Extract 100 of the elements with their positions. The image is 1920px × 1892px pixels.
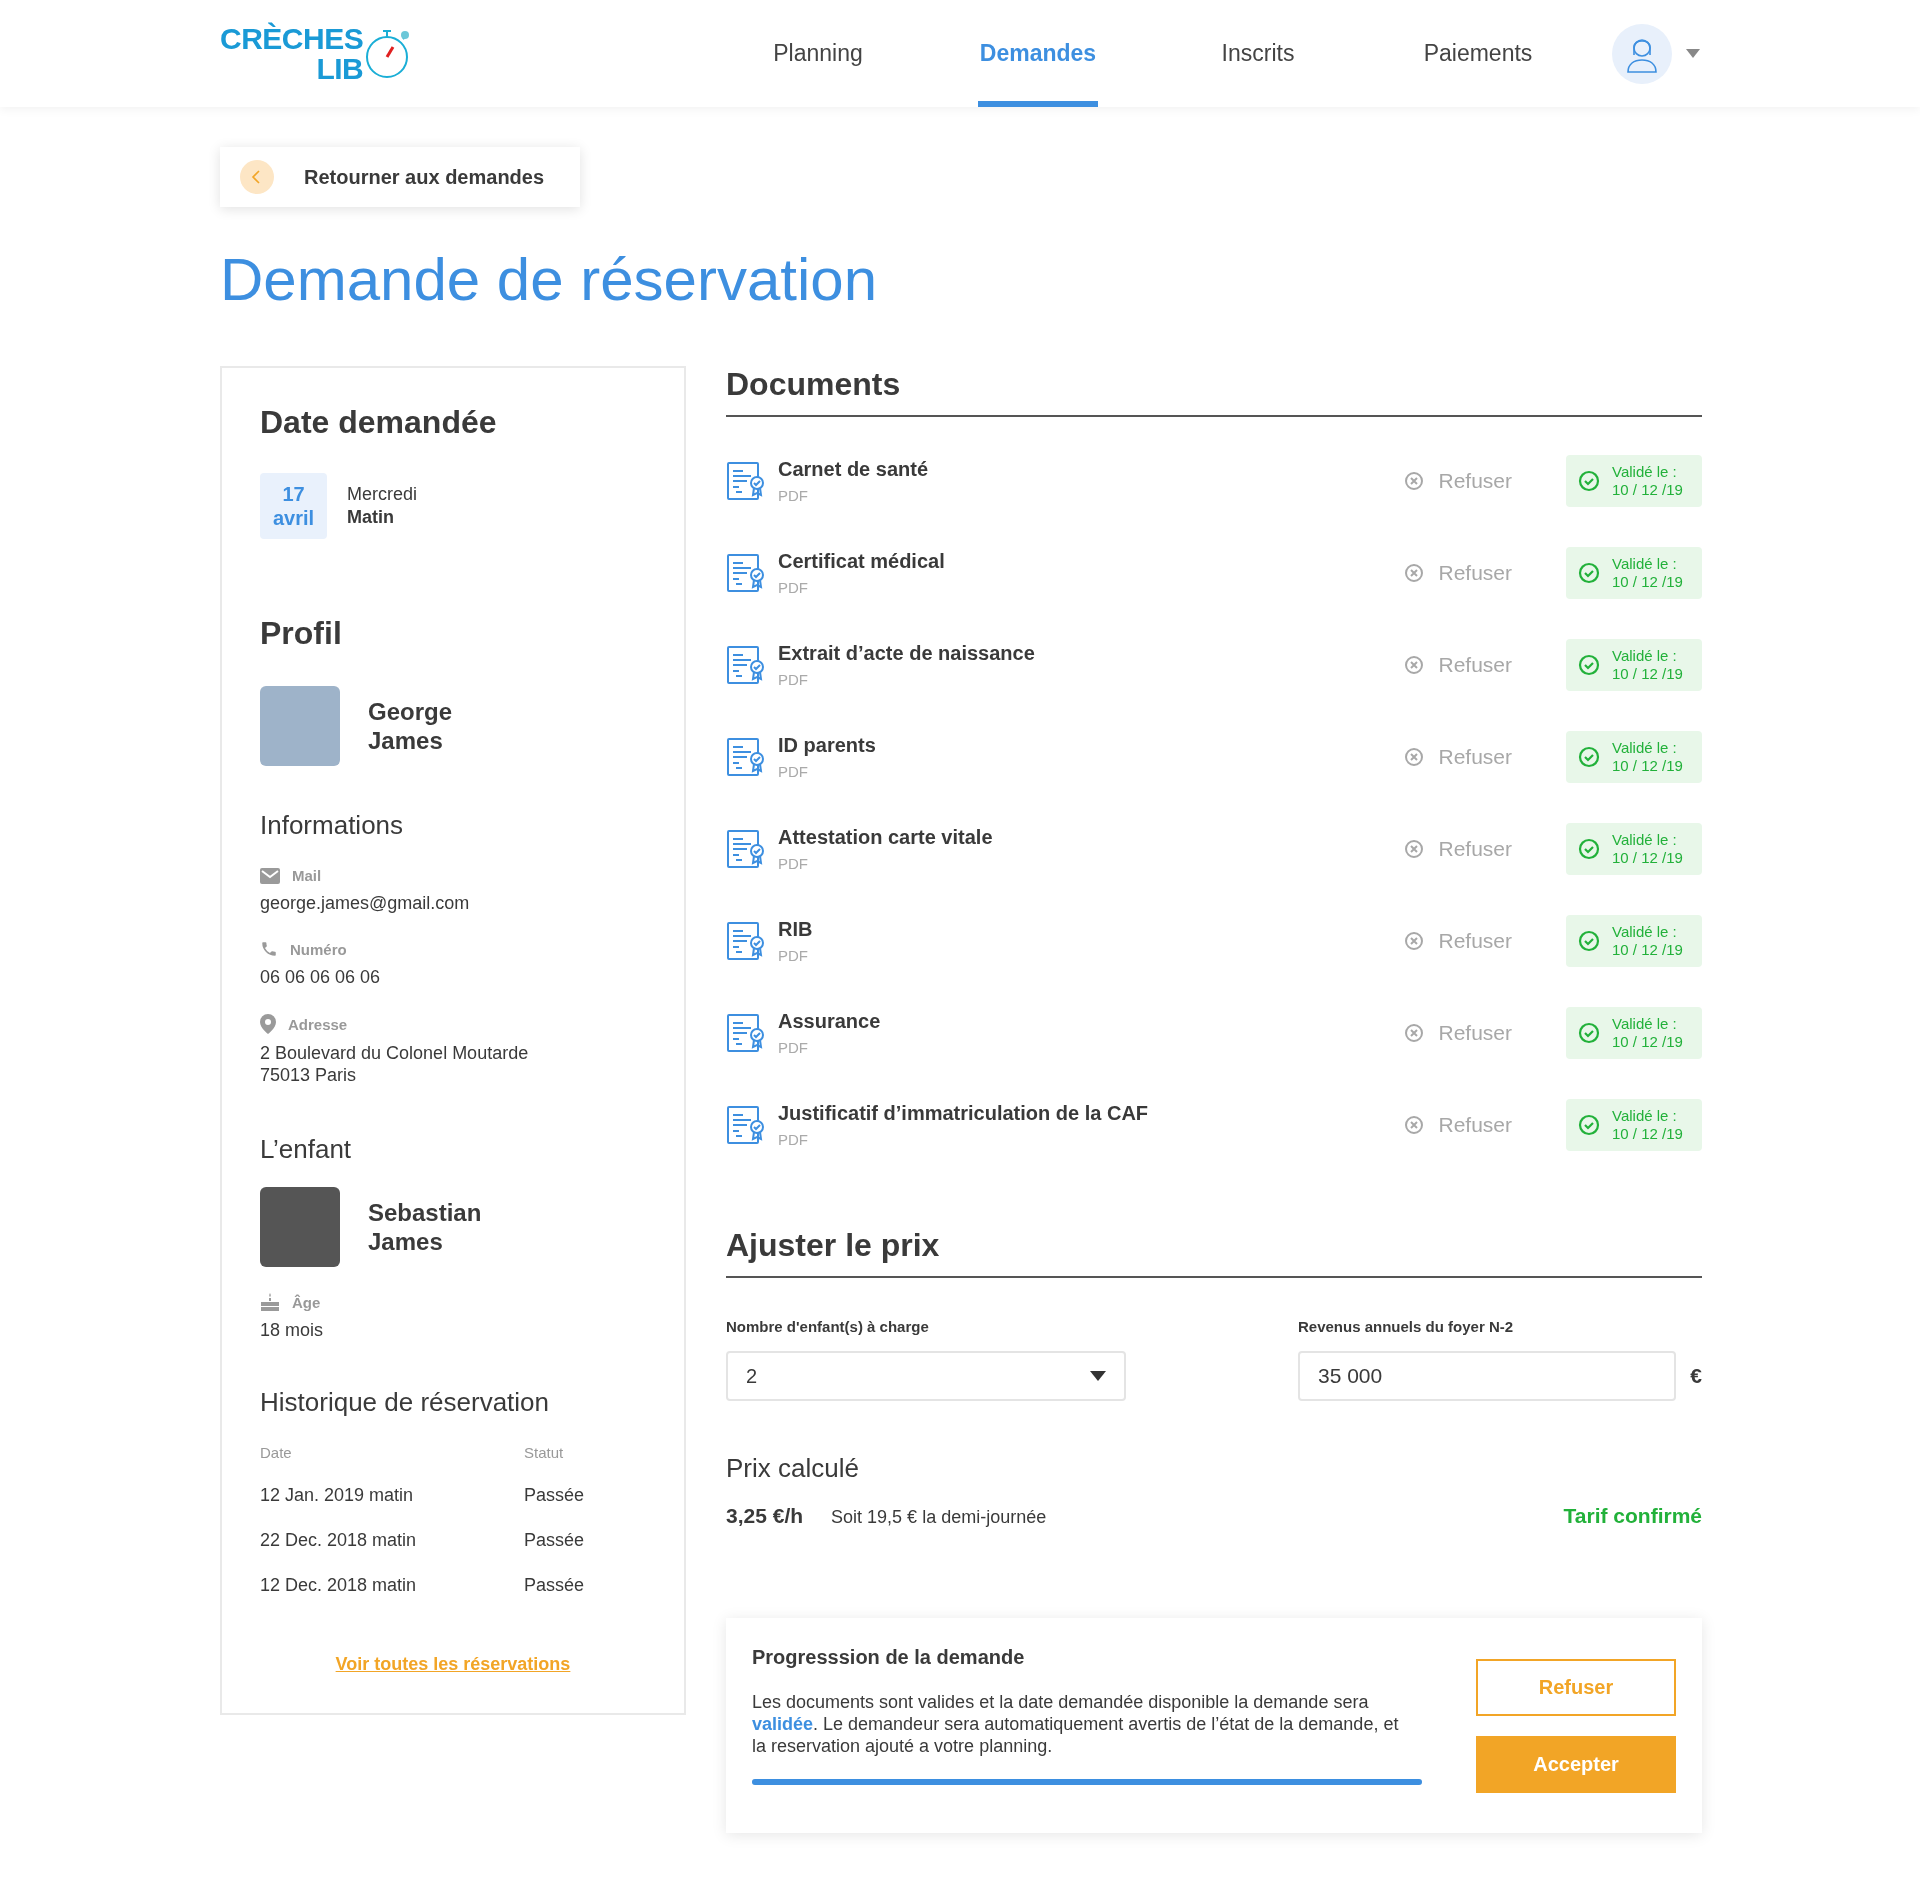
check-circle-icon xyxy=(1578,1114,1600,1136)
info-value: 06 06 06 06 06 xyxy=(260,966,382,988)
caret-icon[interactable] xyxy=(1090,1370,1106,1382)
validated-badge: Validé le : 10 / 12 /19 xyxy=(1566,1099,1702,1151)
page-title: Demande de réservation xyxy=(220,245,879,314)
person-name: George James xyxy=(368,697,453,755)
table-cell-text: Passée xyxy=(524,1575,586,1596)
close-circle-icon[interactable] xyxy=(1404,655,1425,675)
logo-text: CRÈCHES LIB xyxy=(220,23,364,84)
phone-icon xyxy=(260,940,278,958)
certificate-document-icon xyxy=(726,459,766,503)
subsection-heading: L’enfant xyxy=(260,1134,353,1165)
validated-badge: Validé le : 10 / 12 /19 xyxy=(1566,823,1702,875)
document-type: PDF xyxy=(778,1131,809,1148)
column-header: Date xyxy=(260,1444,293,1461)
validated-badge: Validé le : 10 / 12 /19 xyxy=(1566,639,1702,691)
document-type: PDF xyxy=(778,763,809,780)
table-cell-text: 12 Dec. 2018 matin xyxy=(260,1575,418,1596)
refuse-button[interactable]: Refuser xyxy=(1476,1659,1676,1716)
document-name: Certificat médical xyxy=(778,550,945,573)
close-circle-icon[interactable] xyxy=(1404,839,1425,859)
info-label: Numéro xyxy=(290,940,347,958)
table-cell-text: Passée xyxy=(524,1530,586,1551)
subsection-heading: Historique de réservation xyxy=(260,1387,551,1418)
validated-badge: Validé le : 10 / 12 /19 xyxy=(1566,1007,1702,1059)
half-day-price: Soit 19,5 € la demi-journée xyxy=(831,1507,1047,1528)
table-cell-text: 22 Dec. 2018 matin xyxy=(260,1530,418,1551)
close-circle-icon[interactable] xyxy=(1404,931,1425,951)
certificate-document-icon xyxy=(726,1011,766,1055)
certificate-document-icon xyxy=(726,643,766,687)
info-label: Âge xyxy=(292,1293,321,1311)
document-name: Carnet de santé xyxy=(778,458,929,481)
weekday-text: Mercredi xyxy=(347,484,417,505)
document-name: RIB xyxy=(778,918,813,941)
validated-badge: Validé le : 10 / 12 /19 xyxy=(1566,915,1702,967)
check-circle-icon xyxy=(1578,930,1600,952)
document-name: Justificatif d’immatriculation de la CAF xyxy=(778,1102,1149,1125)
info-label: Mail xyxy=(292,867,322,884)
birthday-cake-icon xyxy=(260,1293,280,1311)
see-all-link[interactable]: Voir toutes les réservations xyxy=(335,1654,571,1675)
document-name: Assurance xyxy=(778,1010,881,1033)
document-type: PDF xyxy=(778,947,809,964)
check-circle-icon xyxy=(1578,470,1600,492)
income-input-field[interactable]: 35 000 xyxy=(1298,1351,1677,1401)
close-circle-icon[interactable] xyxy=(1404,1023,1425,1043)
check-circle-icon xyxy=(1578,562,1600,584)
field-label: Nombre d'enfant(s) à charge xyxy=(726,1318,930,1335)
document-name: ID parents xyxy=(778,734,876,757)
person-name: Sebastian James xyxy=(368,1198,482,1256)
check-circle-icon xyxy=(1578,746,1600,768)
nav-tab[interactable]: Planning xyxy=(708,0,928,107)
certificate-document-icon xyxy=(726,551,766,595)
validated-badge: Validé le : 10 / 12 /19 xyxy=(1566,731,1702,783)
check-circle-icon xyxy=(1578,654,1600,676)
section-heading: Profil xyxy=(260,615,343,652)
nav-tab[interactable]: Demandes xyxy=(978,0,1098,107)
close-circle-icon[interactable] xyxy=(1404,563,1425,583)
close-circle-icon[interactable] xyxy=(1404,1115,1425,1135)
accept-button[interactable]: Accepter xyxy=(1476,1736,1676,1793)
document-type: PDF xyxy=(778,579,809,596)
certificate-document-icon xyxy=(726,735,766,779)
subsection-heading: Prix calculé xyxy=(726,1453,860,1484)
column-header: Statut xyxy=(524,1444,565,1461)
document-type: PDF xyxy=(778,855,809,872)
certificate-document-icon xyxy=(726,1103,766,1147)
location-pin-icon xyxy=(260,1014,276,1034)
certificate-document-icon xyxy=(726,827,766,871)
info-value: george.james@gmail.com xyxy=(260,892,471,914)
check-circle-icon xyxy=(1578,1022,1600,1044)
validated-badge: Validé le : 10 / 12 /19 xyxy=(1566,547,1702,599)
certificate-document-icon xyxy=(726,919,766,963)
back-button[interactable]: Retourner aux demandes xyxy=(220,147,581,207)
document-type: PDF xyxy=(778,671,809,688)
table-cell-text: Passée xyxy=(524,1485,586,1506)
section-heading: Date demandée xyxy=(260,404,498,441)
section-heading: Documents xyxy=(726,366,1702,417)
info-value: 18 mois xyxy=(260,1319,325,1341)
check-circle-icon xyxy=(1578,838,1600,860)
document-name: Extrait d’acte de naissance xyxy=(778,642,1035,665)
close-circle-icon[interactable] xyxy=(1404,747,1425,767)
nav-tab[interactable]: Paiements xyxy=(1368,0,1588,107)
hourly-price: 3,25 €/h xyxy=(726,1504,804,1528)
section-heading: Ajuster le prix xyxy=(726,1227,1702,1278)
card-description: Les documents sont valides et la date demandée disponible la demande sera validée. Le demandeur sera automatiquement avertis de l’état de la demande, et la reservation ajouté a votre planning. xyxy=(752,1691,1400,1757)
period-text: Matin xyxy=(347,507,395,528)
info-value: 2 Boulevard du Colonel Moutarde 75013 Paris xyxy=(260,1042,530,1086)
document-type: PDF xyxy=(778,1039,809,1056)
subsection-heading: Informations xyxy=(260,810,405,841)
children-count-select[interactable]: 2 xyxy=(726,1351,1126,1401)
field-label: Revenus annuels du foyer N-2 xyxy=(1298,1318,1515,1335)
envelope-icon xyxy=(260,867,280,884)
close-circle-icon[interactable] xyxy=(1404,471,1425,491)
document-type: PDF xyxy=(778,487,809,504)
info-label: Adresse xyxy=(288,1015,348,1033)
document-name: Attestation carte vitale xyxy=(778,826,993,849)
validated-badge: Validé le : 10 / 12 /19 xyxy=(1566,455,1702,507)
card-title: Progresssion de la demande xyxy=(752,1646,1026,1669)
nav-tab[interactable]: Inscrits xyxy=(1148,0,1368,107)
currency-unit: € xyxy=(1690,1364,1702,1388)
table-cell-text: 12 Jan. 2019 matin xyxy=(260,1485,415,1506)
